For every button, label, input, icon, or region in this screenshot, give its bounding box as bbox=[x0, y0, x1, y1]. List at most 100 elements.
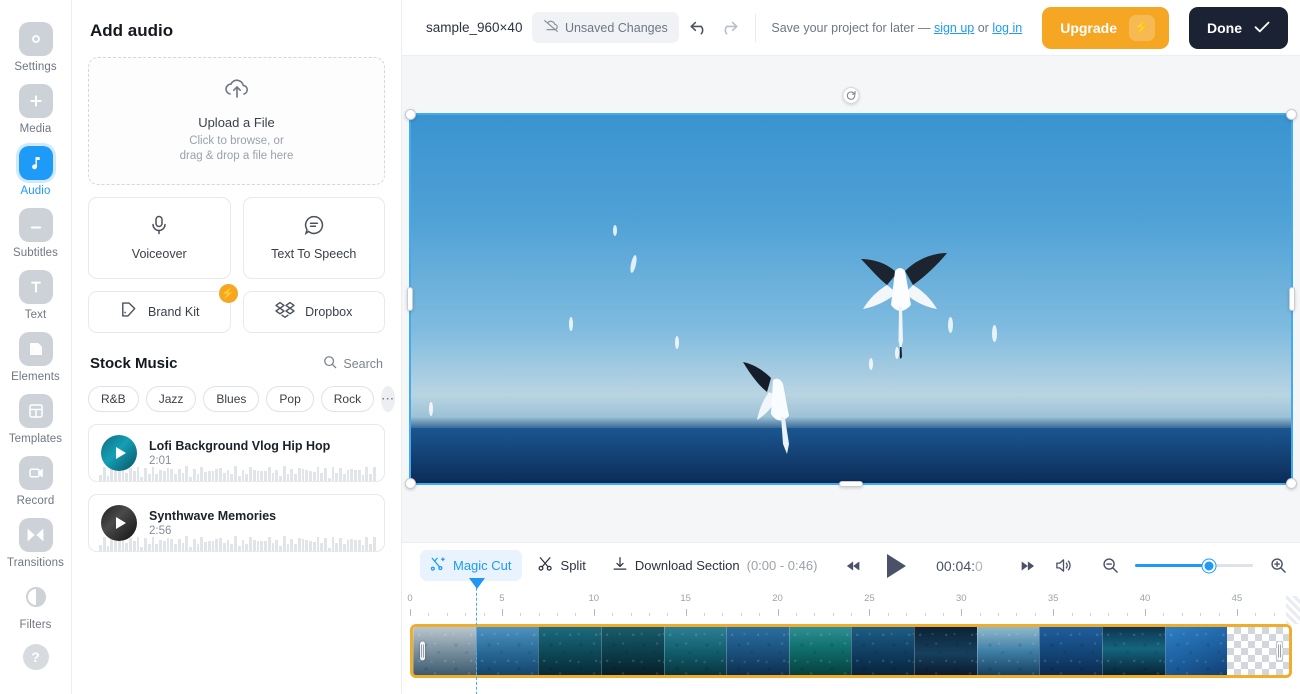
genre-chip-blues[interactable]: Blues bbox=[203, 386, 260, 412]
sidebar-item-text[interactable]: Text bbox=[0, 270, 71, 321]
sidebar-item-filters[interactable]: Filters bbox=[0, 580, 71, 631]
sign-up-link[interactable]: sign up bbox=[934, 21, 974, 35]
waveform-bar bbox=[204, 541, 207, 551]
rotate-handle-icon[interactable] bbox=[842, 87, 860, 104]
resize-handle-bottom[interactable] bbox=[839, 481, 863, 487]
zoom-slider[interactable] bbox=[1135, 559, 1254, 572]
playhead-handle[interactable] bbox=[468, 578, 485, 589]
waveform-bar bbox=[264, 470, 267, 481]
voiceover-button[interactable]: Voiceover bbox=[88, 197, 231, 279]
waveform-bar bbox=[241, 469, 245, 481]
download-section-button[interactable]: Download Section (0:00 - 0:46) bbox=[602, 550, 828, 581]
timecode-display: 00:04:0 bbox=[924, 558, 994, 574]
ruler-tick-major bbox=[685, 609, 687, 616]
resize-handle-left[interactable] bbox=[407, 287, 413, 311]
resize-handle-right[interactable] bbox=[1289, 287, 1295, 311]
clip-trim-handle-left[interactable] bbox=[420, 641, 425, 661]
video-clip[interactable] bbox=[410, 624, 1292, 678]
track-thumbnail[interactable] bbox=[101, 435, 137, 471]
resize-handle-bottom-left[interactable] bbox=[405, 478, 416, 489]
text-to-speech-button[interactable]: Text To Speech bbox=[242, 197, 385, 279]
resize-handle-top-left[interactable] bbox=[405, 109, 416, 120]
stock-track-item[interactable]: Lofi Background Vlog Hip Hop 2:01 bbox=[88, 424, 385, 482]
ruler-label: 25 bbox=[864, 593, 875, 604]
dropbox-button[interactable]: Dropbox bbox=[242, 291, 385, 333]
clip-trim-handle-right[interactable] bbox=[1277, 641, 1282, 661]
ruler-tick-major bbox=[961, 609, 963, 616]
video-preview[interactable] bbox=[409, 113, 1293, 485]
genre-chip-jazz[interactable]: Jazz bbox=[145, 386, 197, 412]
water-droplet bbox=[675, 335, 679, 349]
waveform-bar bbox=[271, 543, 275, 551]
done-button[interactable]: Done bbox=[1189, 6, 1288, 49]
waveform-bar bbox=[121, 540, 125, 551]
preview-stage bbox=[402, 56, 1300, 542]
sidebar-item-elements[interactable]: Elements bbox=[0, 332, 71, 383]
speaker-icon[interactable] bbox=[1054, 551, 1073, 581]
rewind-icon[interactable] bbox=[839, 551, 869, 581]
waveform-bar bbox=[365, 466, 368, 481]
upgrade-button[interactable]: Upgrade ⚡ bbox=[1042, 6, 1169, 49]
sidebar-item-record[interactable]: Record bbox=[0, 456, 71, 507]
undo-arrow-icon[interactable] bbox=[689, 13, 709, 43]
genre-more-button[interactable]: ⋯ bbox=[381, 386, 396, 412]
download-section-range: (0:00 - 0:46) bbox=[746, 558, 818, 573]
waveform-bar bbox=[286, 473, 290, 481]
toolbar-divider bbox=[754, 13, 756, 42]
sidebar-item-media[interactable]: Media bbox=[0, 84, 71, 135]
play-icon[interactable] bbox=[887, 553, 907, 578]
help-icon[interactable]: ? bbox=[22, 644, 49, 670]
waveform-bar bbox=[155, 473, 158, 481]
project-name-input[interactable]: sample_960×400_ocean_w... bbox=[426, 20, 522, 35]
sidebar-item-settings[interactable]: Settings bbox=[0, 22, 71, 73]
zoom-in-icon[interactable] bbox=[1263, 551, 1293, 581]
redo-arrow-icon[interactable] bbox=[719, 13, 739, 43]
ruler-label: 5 bbox=[499, 593, 505, 604]
fast-forward-icon[interactable] bbox=[1012, 551, 1042, 581]
waveform-bar bbox=[234, 536, 237, 551]
waveform-bar bbox=[369, 473, 372, 481]
ruler-tick-minor bbox=[1126, 613, 1128, 616]
sidebar-item-transitions[interactable]: Transitions bbox=[0, 518, 71, 569]
sidebar-item-subtitles[interactable]: Subtitles bbox=[0, 208, 71, 259]
ruler-tick-minor bbox=[924, 613, 926, 616]
selected-media-frame[interactable] bbox=[405, 87, 1297, 489]
waveform-bar bbox=[241, 539, 245, 551]
upload-file-dropzone[interactable]: Upload a File Click to browse, or drag &… bbox=[88, 57, 385, 185]
waveform-bar bbox=[275, 469, 278, 481]
log-in-link[interactable]: log in bbox=[992, 21, 1022, 35]
play-icon bbox=[115, 447, 126, 459]
pro-bolt-badge: ⚡ bbox=[218, 284, 238, 303]
split-button[interactable]: Split bbox=[528, 550, 596, 581]
ruler-tick-minor bbox=[1163, 613, 1165, 616]
timeline-ruler[interactable]: 0 5 10 15 20 25 30 35 40 45 bbox=[407, 588, 1300, 622]
waveform-bar bbox=[147, 474, 151, 481]
sidebar-item-audio[interactable]: Audio bbox=[0, 146, 71, 197]
zoom-slider-knob[interactable] bbox=[1202, 559, 1216, 572]
brand-kit-button[interactable]: ⚡ Brand Kit bbox=[88, 284, 238, 333]
playhead[interactable] bbox=[468, 578, 485, 694]
sidebar-item-templates[interactable]: Templates bbox=[0, 394, 71, 445]
waveform-bar bbox=[151, 466, 155, 481]
waveform-bar bbox=[350, 468, 353, 481]
resize-handle-bottom-right[interactable] bbox=[1286, 478, 1297, 489]
track-duration: 2:56 bbox=[149, 525, 172, 537]
timeline-frame bbox=[1164, 627, 1228, 675]
genre-chip-pop[interactable]: Pop bbox=[266, 386, 314, 412]
dropbox-icon bbox=[275, 301, 295, 324]
magic-cut-button[interactable]: Magic Cut bbox=[420, 550, 522, 581]
track-thumbnail[interactable] bbox=[101, 505, 137, 541]
gear-icon bbox=[18, 22, 53, 56]
genre-chip-rock[interactable]: Rock bbox=[320, 386, 375, 412]
stock-music-search-button[interactable]: Search bbox=[323, 355, 383, 372]
waveform-bar bbox=[226, 539, 230, 551]
zoom-out-icon[interactable] bbox=[1095, 551, 1125, 581]
waveform-bar bbox=[125, 472, 128, 481]
timeline[interactable]: 0 5 10 15 20 25 30 35 40 45 bbox=[402, 578, 1300, 694]
frame-texture bbox=[476, 627, 539, 675]
waveform-bar bbox=[185, 466, 188, 481]
genre-chip-rnb[interactable]: R&B bbox=[88, 386, 139, 412]
resize-handle-top-right[interactable] bbox=[1286, 109, 1297, 120]
stock-track-item[interactable]: Synthwave Memories 2:56 bbox=[88, 494, 385, 552]
track-waveform bbox=[99, 465, 376, 481]
